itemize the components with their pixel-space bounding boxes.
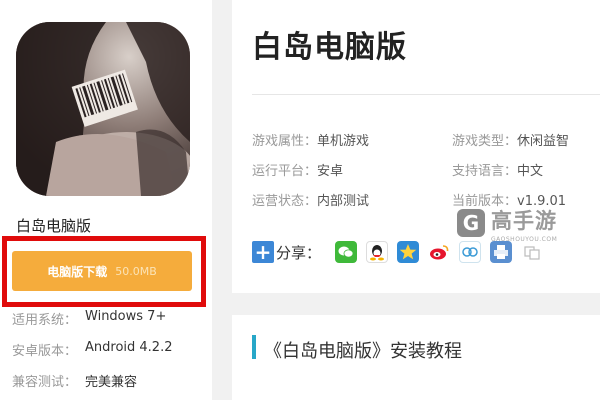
left-panel: 白岛电脑版 电脑版下载 50.0MB 适用系统： Windows 7+ 安卓版本…: [0, 0, 212, 400]
attr-status: 运营状态：内部测试: [252, 190, 369, 209]
weibo-icon[interactable]: [428, 241, 451, 263]
download-size: 50.0MB: [115, 264, 157, 278]
game-artwork: [16, 22, 190, 196]
section-accent-bar: [252, 335, 256, 359]
spec-row-system: 适用系统： Windows 7+: [12, 309, 166, 328]
spec-row-compat: 兼容测试： 完美兼容: [12, 371, 137, 390]
share-plus-icon[interactable]: +: [252, 241, 274, 263]
game-name: 白岛电脑版: [16, 217, 92, 235]
attr-key: 支持语言：: [452, 164, 518, 179]
attr-language: 支持语言：中文: [452, 160, 543, 179]
attr-game-property: 游戏属性：单机游戏: [252, 130, 369, 149]
attr-key: 游戏类型：: [452, 134, 518, 149]
watermark-brand: 高手游: [491, 209, 557, 233]
pc-download-button[interactable]: 电脑版下载 50.0MB: [12, 251, 192, 291]
attr-key: 运营状态：: [252, 194, 318, 209]
tutorial-title[interactable]: 《白岛电脑版》安装教程: [264, 337, 462, 363]
attr-value: 中文: [517, 164, 544, 179]
watermark-logo-icon: G: [457, 209, 485, 237]
attr-game-type: 游戏类型：休闲益智: [452, 130, 569, 149]
share-label: 分享：: [276, 243, 322, 262]
page-title: 白岛电脑版: [252, 30, 407, 65]
attr-key: 游戏属性：: [252, 134, 318, 149]
watermark-url: GAOSHOUYOU.COM: [491, 236, 558, 243]
tutorial-panel: 《白岛电脑版》安装教程: [232, 315, 600, 400]
attr-value: 休闲益智: [517, 134, 570, 149]
attr-platform: 运行平台：安卓: [252, 160, 343, 179]
spec-key: 安卓版本：: [12, 344, 78, 359]
qzone-icon[interactable]: [397, 241, 420, 263]
wechat-icon[interactable]: [335, 241, 358, 263]
attr-value: 内部测试: [317, 194, 370, 209]
game-app-icon[interactable]: [16, 22, 190, 196]
attr-value: 单机游戏: [317, 134, 370, 149]
site-watermark: G 高手游 GAOSHOUYOU.COM: [457, 205, 569, 251]
spec-key: 兼容测试：: [12, 375, 78, 390]
spec-row-android: 安卓版本： Android 4.2.2: [12, 340, 173, 359]
spec-value: 完美兼容: [85, 375, 138, 390]
spec-key: 适用系统：: [12, 313, 78, 328]
divider: [252, 94, 600, 95]
attr-key: 运行平台：: [252, 164, 318, 179]
spec-value: Windows 7+: [85, 309, 167, 324]
qq-icon[interactable]: [366, 241, 389, 263]
attr-value: 安卓: [317, 164, 344, 179]
download-label: 电脑版下载: [47, 264, 108, 279]
spec-value: Android 4.2.2: [85, 340, 173, 355]
